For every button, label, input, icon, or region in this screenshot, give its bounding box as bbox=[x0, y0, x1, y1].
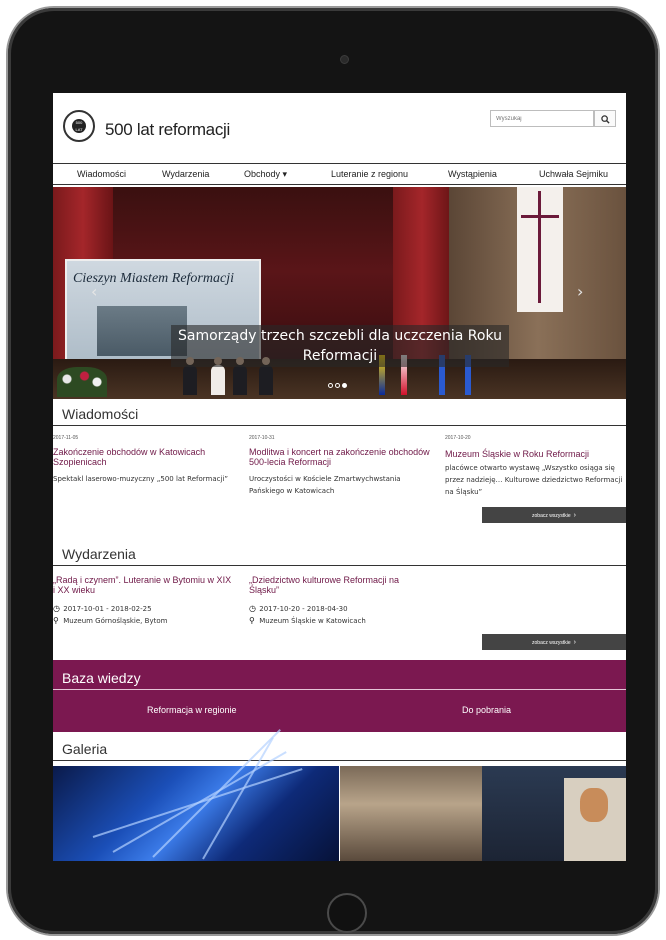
see-all-label: zobacz wszystkie bbox=[532, 640, 571, 646]
events-divider bbox=[53, 565, 626, 566]
slider-dots bbox=[328, 375, 349, 393]
home-button[interactable] bbox=[327, 893, 367, 933]
link-reformacja-w-regionie[interactable]: Reformacja w regionie bbox=[147, 705, 237, 715]
event-place-text: Muzeum Śląskie w Katowicach bbox=[259, 617, 366, 625]
news-title[interactable]: Muzeum Śląskie w Roku Reformacji bbox=[445, 449, 625, 459]
event-dates-text: 2017-10-20 - 2018-04-30 bbox=[259, 605, 348, 613]
see-all-label: zobacz wszystkie bbox=[532, 513, 571, 519]
news-date: 2017-10-31 bbox=[249, 435, 275, 441]
news-excerpt: Spektakl laserowo-muzyczny „500 lat Refo… bbox=[53, 475, 229, 483]
event-title[interactable]: „Radą i czynem”. Luteranie w Bytomiu w X… bbox=[53, 575, 233, 595]
site-title[interactable]: 500 lat reformacji bbox=[105, 120, 230, 140]
cross-banner bbox=[517, 187, 563, 312]
gallery-photo-church-interior[interactable] bbox=[340, 766, 482, 861]
news-excerpt: placówce otwarto wystawę „Wszystko osiąg… bbox=[445, 464, 623, 496]
chevron-right-icon: › bbox=[573, 639, 576, 646]
events-section-title: Wydarzenia bbox=[62, 546, 136, 562]
nav-item-wiadomosci[interactable]: Wiadomości bbox=[77, 169, 126, 179]
event-dates-text: 2017-10-01 - 2018-02-25 bbox=[63, 605, 152, 613]
browser-viewport: 500 LAT 500 lat reformacji Wiadomości Wy… bbox=[53, 93, 626, 861]
event-place-text: Muzeum Górnośląskie, Bytom bbox=[63, 617, 168, 625]
nav-item-obchody[interactable]: Obchody ▾ bbox=[244, 169, 287, 180]
news-title[interactable]: Zakończenie obchodów w Katowicach Szopie… bbox=[53, 447, 233, 467]
map-marker-icon: ⚲ bbox=[249, 616, 255, 625]
hero-caption[interactable]: Samorządy trzech szczebli dla uczczenia … bbox=[171, 326, 509, 366]
event-title[interactable]: „Dziedzictwo kulturowe Reformacji na Ślą… bbox=[249, 575, 419, 595]
person bbox=[183, 357, 197, 395]
news-excerpt: Uroczystości w Kościele Zmartwychwstania… bbox=[249, 475, 401, 495]
nav-item-luteranie[interactable]: Luteranie z regionu bbox=[331, 169, 408, 179]
gallery-grid bbox=[53, 729, 626, 861]
person bbox=[233, 357, 247, 395]
nav-item-wydarzenia[interactable]: Wydarzenia bbox=[162, 169, 209, 179]
event-place: ⚲ Muzeum Górnośląskie, Bytom bbox=[53, 616, 167, 625]
slider-dot-active[interactable] bbox=[342, 383, 347, 388]
logo-text: 500 LAT bbox=[72, 119, 86, 133]
search-icon bbox=[601, 115, 610, 124]
slider-prev-arrow[interactable]: ‹ bbox=[91, 282, 97, 301]
news-see-all-button[interactable]: zobacz wszystkie › bbox=[482, 507, 626, 523]
person bbox=[259, 357, 273, 395]
clock-icon: ◷ bbox=[249, 604, 256, 613]
slider-dot[interactable] bbox=[328, 383, 333, 388]
map-marker-icon: ⚲ bbox=[53, 616, 59, 625]
gallery-section-title: Galeria bbox=[62, 741, 108, 757]
slider-dot[interactable] bbox=[335, 383, 340, 388]
slider-next-arrow[interactable]: › bbox=[577, 282, 583, 301]
knowledge-divider bbox=[53, 689, 626, 690]
news-section-title: Wiadomości bbox=[62, 406, 139, 422]
event-dates: ◷ 2017-10-20 - 2018-04-30 bbox=[249, 604, 348, 613]
site-logo[interactable]: 500 LAT bbox=[63, 110, 95, 142]
news-date: 2017-10-20 bbox=[445, 435, 471, 441]
event-dates: ◷ 2017-10-01 - 2018-02-25 bbox=[53, 604, 152, 613]
news-date: 2017-11-05 bbox=[53, 435, 79, 441]
gallery-photo-lecture[interactable] bbox=[482, 766, 626, 861]
nav-item-wystapienia[interactable]: Wystąpienia bbox=[448, 169, 497, 179]
search-button[interactable] bbox=[594, 110, 616, 127]
link-do-pobrania[interactable]: Do pobrania bbox=[462, 705, 511, 715]
knowledge-base-section: Baza wiedzy Reformacja w regionie Do pob… bbox=[53, 660, 626, 732]
news-title[interactable]: Modlitwa i koncert na zakończenie obchod… bbox=[249, 447, 434, 467]
flowers bbox=[57, 367, 107, 397]
search-input[interactable] bbox=[490, 110, 594, 127]
news-divider bbox=[53, 425, 626, 426]
knowledge-base-title: Baza wiedzy bbox=[62, 670, 141, 686]
gallery-photo-laser-show[interactable] bbox=[53, 729, 339, 861]
clock-icon: ◷ bbox=[53, 604, 60, 613]
nav-item-uchwala[interactable]: Uchwała Sejmiku bbox=[539, 169, 608, 179]
hero-slider[interactable]: Cieszyn Miastem Reformacji Samorządy trz… bbox=[53, 187, 626, 399]
events-see-all-button[interactable]: zobacz wszystkie › bbox=[482, 634, 626, 650]
person bbox=[211, 357, 225, 395]
chevron-right-icon: › bbox=[573, 512, 576, 519]
main-nav: Wiadomości Wydarzenia Obchody ▾ Luterani… bbox=[53, 163, 626, 185]
gallery-divider bbox=[53, 760, 626, 761]
event-place: ⚲ Muzeum Śląskie w Katowicach bbox=[249, 616, 366, 625]
tablet-camera bbox=[340, 55, 349, 64]
